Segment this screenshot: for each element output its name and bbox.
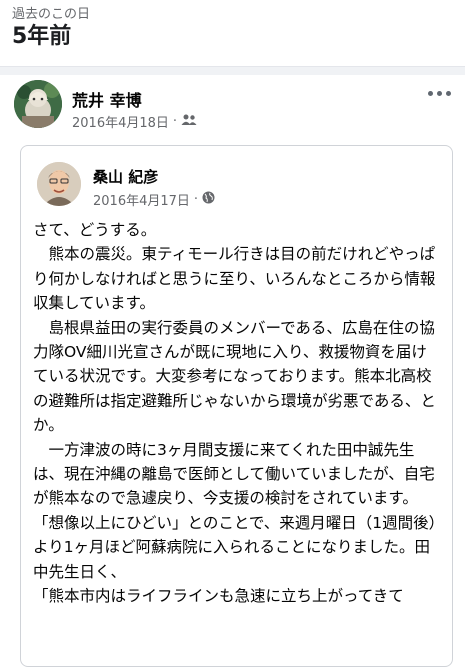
post-paragraph: 熊本の震災。東ティモール行きは目の前だけれどやっぱり何かしなければと思うに至り、… [33,245,436,313]
section-divider [0,66,465,75]
post-paragraph: 島根県益田の実行委員のメンバーである、広島在住の協力隊OV細川光宣さんが既に現地… [33,318,436,435]
post-meta: 2016年4月17日 · [93,190,215,209]
meta-separator: · [172,114,178,129]
memory-title: 5年前 [12,24,72,49]
post-paragraph: さて、どうする。 [33,221,157,239]
avatar[interactable] [37,162,81,206]
shared-post-card[interactable]: 桑山 紀彦 2016年4月17日 · さて、どうする。 熊本の震災。東ティモール… [20,145,453,667]
author-name[interactable]: 桑山 紀彦 [93,166,158,187]
post-paragraph: 「熊本市内はライフラインも急速に立ち上がってきて [33,587,404,606]
avatar[interactable] [14,80,62,128]
globe-icon [202,191,215,208]
post-paragraph: 「想像以上にひどい」とのことで、来週月曜日（1週間後）より1ヶ月ほど阿蘇病院に入… [33,513,437,581]
post-date[interactable]: 2016年4月18日 [72,112,169,131]
friends-icon [181,114,197,130]
post-meta: 2016年4月18日 · [72,112,197,131]
memory-header: 過去のこの日 5年前 [0,0,465,66]
meta-separator: · [193,192,199,207]
post-paragraph: 一方津波の時に3ヶ月間支援に来てくれた田中誠先生は、現在沖縄の離島で医師として働… [33,440,435,508]
post-date[interactable]: 2016年4月17日 [93,190,190,209]
post-body: さて、どうする。 熊本の震災。東ティモール行きは目の前だけれどやっぱり何かしなけ… [33,218,441,609]
avatar-photo [14,80,62,128]
more-icon[interactable] [428,91,451,96]
author-name[interactable]: 荒井 幸博 [72,87,142,111]
avatar-photo [37,162,81,206]
